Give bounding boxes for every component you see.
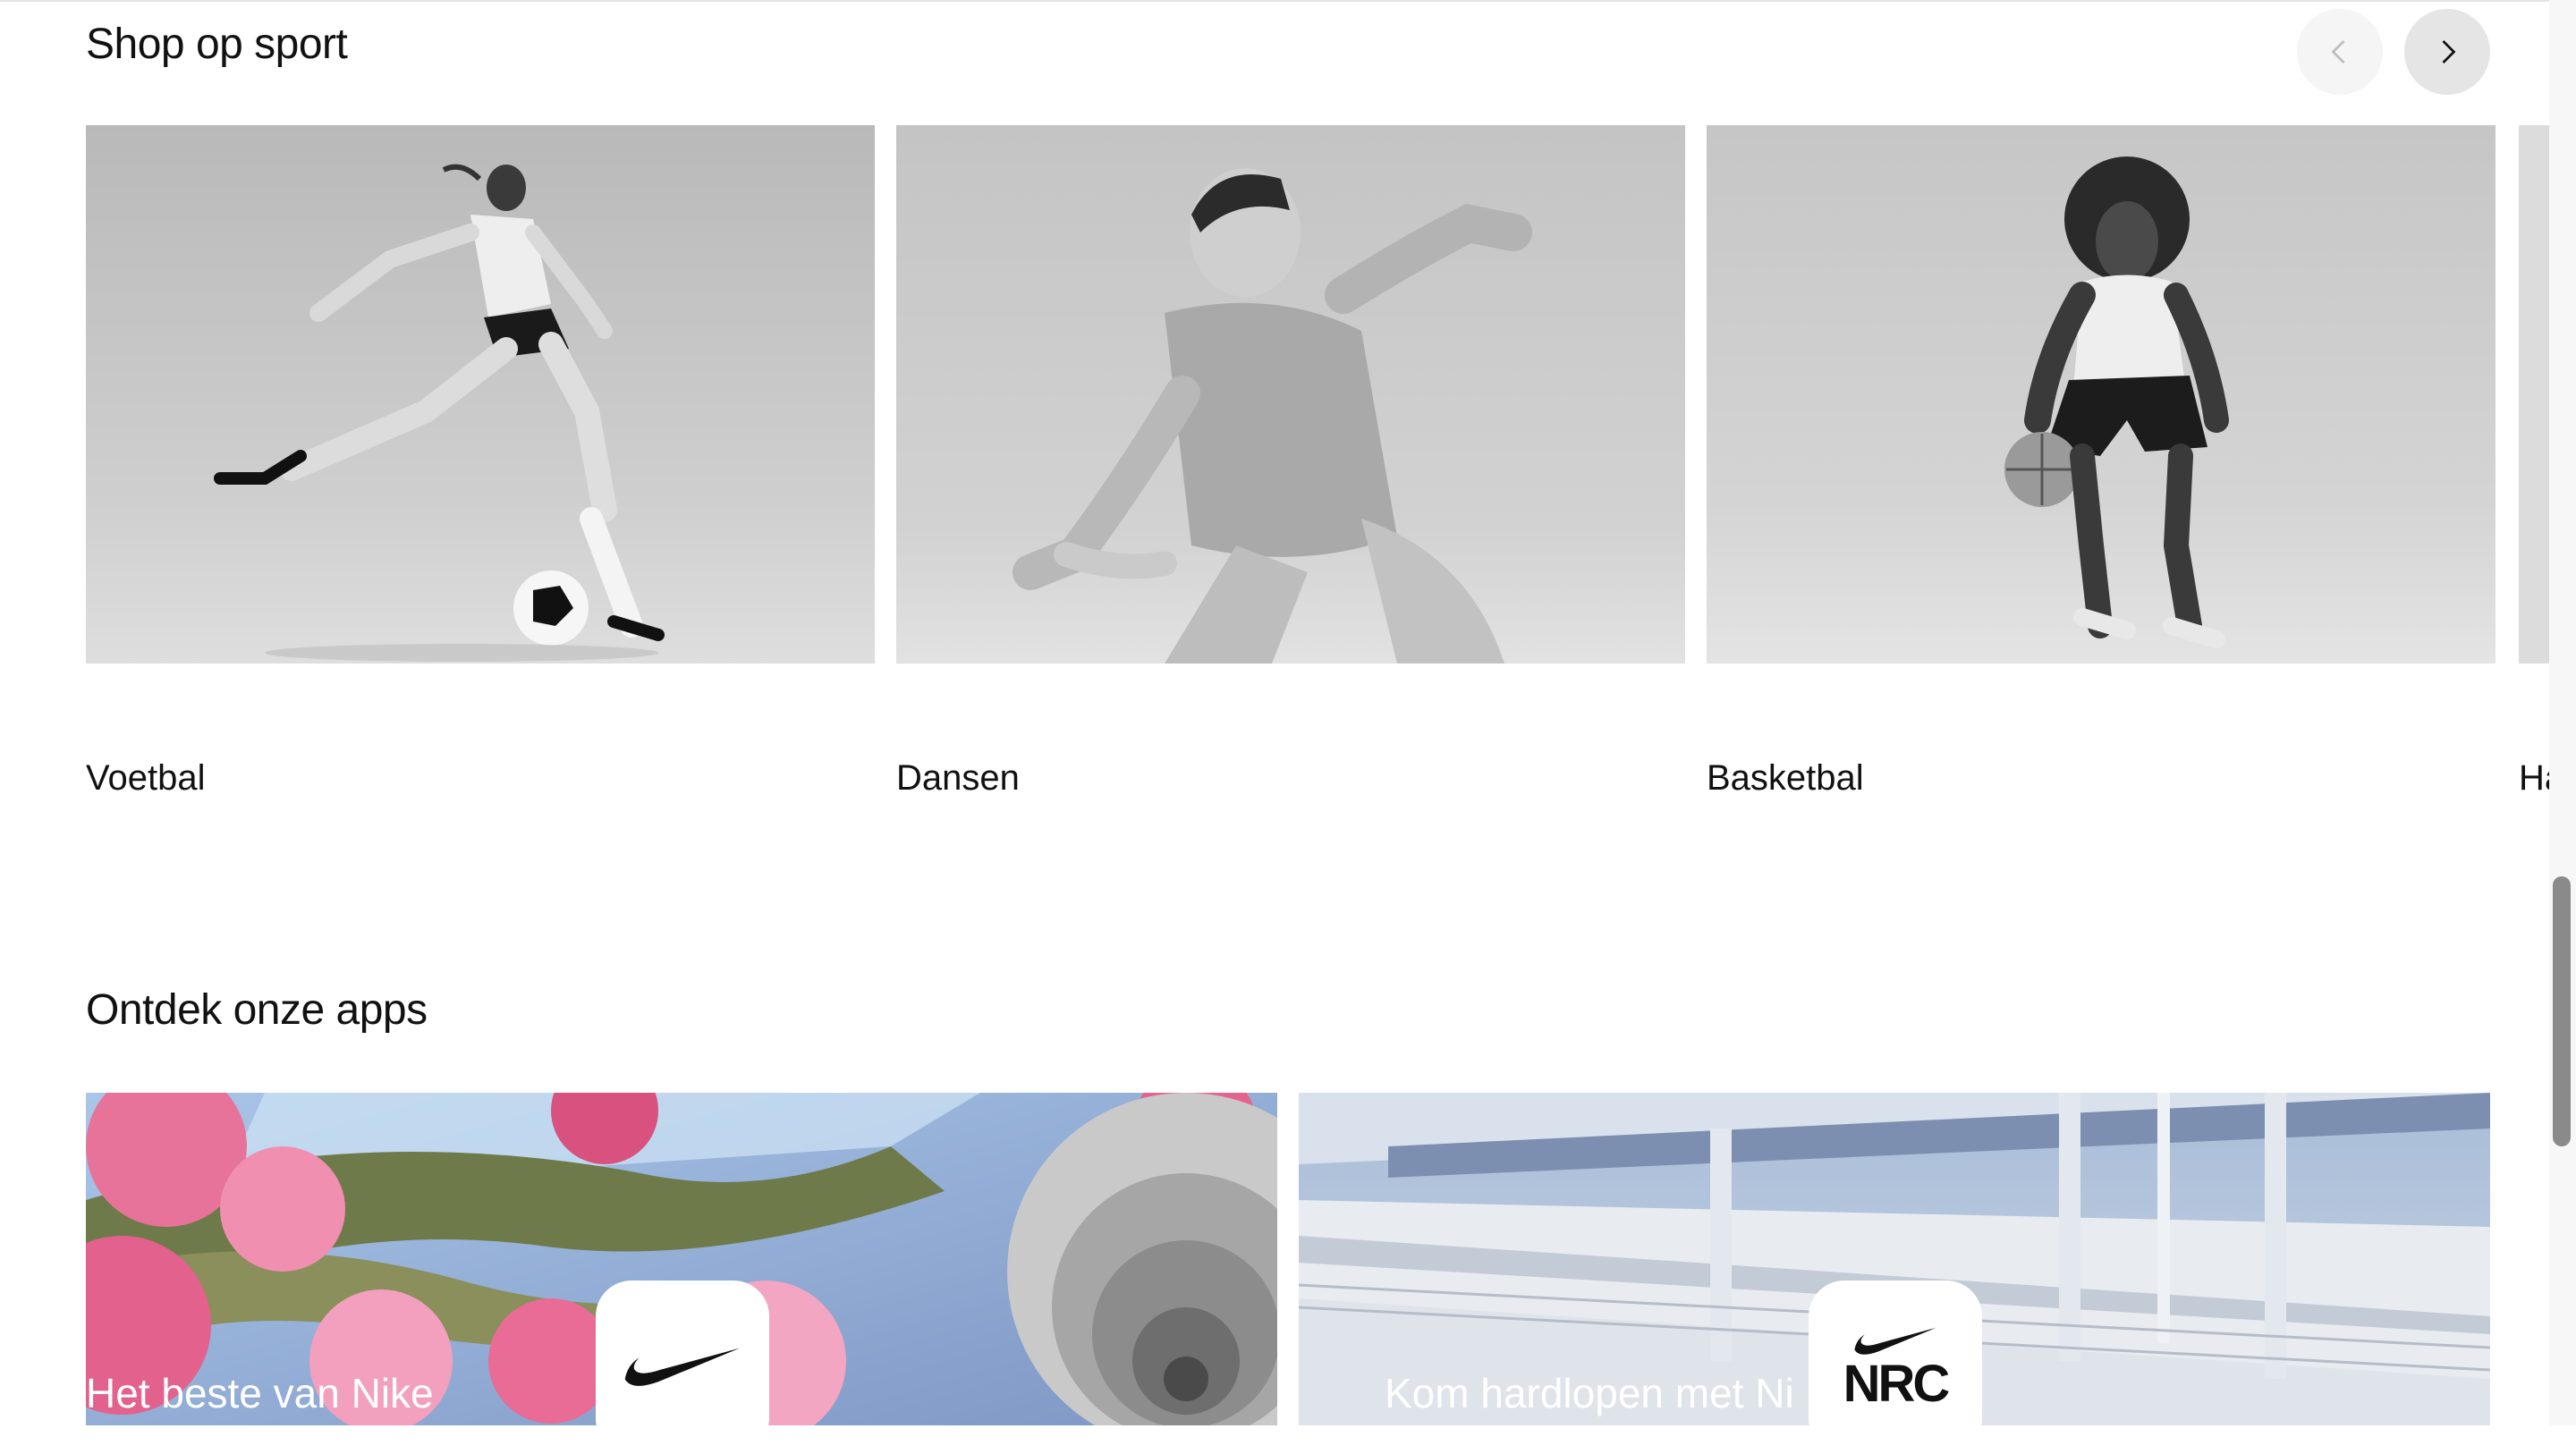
- sport-image-peek[interactable]: [2519, 125, 2549, 664]
- sport-image-dansen[interactable]: [896, 125, 1685, 664]
- scrollbar-thumb[interactable]: [2553, 876, 2571, 1146]
- scrollbar-track[interactable]: [2549, 0, 2576, 1425]
- app-card-text-nike[interactable]: Het beste van Nike: [86, 1368, 434, 1418]
- section-title-ontdek-onze-apps: Ontdek onze apps: [86, 986, 428, 1034]
- chevron-left-icon: [2331, 40, 2345, 63]
- sport-card-basketbal[interactable]: Basketbal: [1707, 125, 2496, 798]
- sport-image-basketbal[interactable]: [1707, 125, 2496, 664]
- nike-swoosh-icon: [1854, 1327, 1936, 1355]
- sport-card-dansen[interactable]: Dansen: [896, 125, 1685, 798]
- nrc-app-icon[interactable]: NRC: [1809, 1281, 1982, 1454]
- nrc-logo-text: NRC: [1843, 1355, 1951, 1413]
- sport-card-label[interactable]: Voetbal: [86, 757, 205, 799]
- sport-card-label[interactable]: Dansen: [896, 757, 1020, 799]
- section-title-shop-op-sport: Shop op sport: [86, 21, 348, 68]
- top-divider: [0, 0, 2549, 2]
- sport-card-label-peek[interactable]: Har: [2519, 757, 2549, 799]
- nike-swoosh-icon: [624, 1348, 741, 1386]
- sport-card-voetbal[interactable]: Voetbal: [86, 125, 875, 798]
- carousel-next-button[interactable]: [2404, 9, 2490, 95]
- nike-app-icon[interactable]: [596, 1281, 769, 1454]
- app-card-text-nrc[interactable]: Kom hardlopen met Ni: [1385, 1368, 1794, 1418]
- sport-card-label[interactable]: Basketbal: [1707, 757, 1864, 799]
- chevron-right-icon: [2442, 40, 2456, 63]
- sport-image-voetbal[interactable]: [86, 125, 875, 664]
- carousel-prev-button[interactable]: [2297, 9, 2383, 95]
